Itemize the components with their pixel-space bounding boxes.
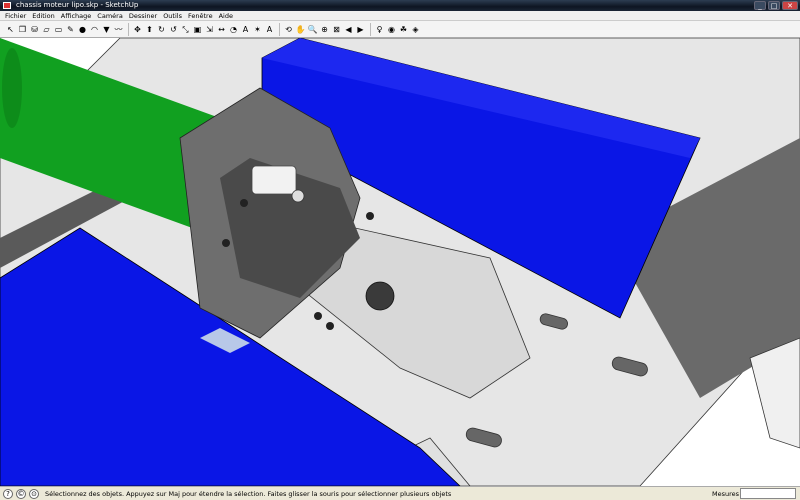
menu-aide[interactable]: Aide <box>216 11 236 21</box>
make-component-icon[interactable]: ❒ <box>17 23 28 36</box>
sketchup-app-icon <box>3 2 11 9</box>
orbit-icon[interactable]: ⟲ <box>283 23 294 36</box>
previous-view-icon[interactable]: ◀ <box>343 23 354 36</box>
rectangle-icon[interactable]: ▭ <box>53 23 64 36</box>
output-shaft <box>365 281 395 311</box>
window-controls: _ □ ✕ <box>754 1 798 10</box>
polygon-icon[interactable]: ▼ <box>101 23 112 36</box>
menu-bar: Fichier Edition Affichage Caméra Dessine… <box>0 11 800 21</box>
zoom-icon[interactable]: 🔍 <box>307 23 318 36</box>
status-bar: ? © ⊙ Sélectionnez des objets. Appuyez s… <box>0 486 800 500</box>
freehand-icon[interactable]: 〰 <box>113 23 124 36</box>
next-view-icon[interactable]: ▶ <box>355 23 366 36</box>
axes-icon[interactable]: ✶ <box>252 23 263 36</box>
move-icon[interactable]: ✥ <box>132 23 143 36</box>
3d-text-icon[interactable]: A <box>264 23 275 36</box>
paint-bucket-icon[interactable]: ⛁ <box>29 23 40 36</box>
protractor-icon[interactable]: ◔ <box>228 23 239 36</box>
main-toolbar: ↖ ❒ ⛁ ▱ ▭ ✎ ● ◠ ▼ 〰 ✥ ⬆ ↻ ↺ ⤡ ▣ ⇲ ↔ ◔ A ✶ A ⟲ ✋ 🔍 ⊕ ⊠ ◀ ▶ ♀ ◉ ☘ ◈ <box>0 21 800 38</box>
position-camera-icon[interactable]: ♀ <box>374 23 385 36</box>
geolocation-icon[interactable]: © <box>16 488 26 499</box>
bolt-hole-4 <box>326 322 334 330</box>
look-around-icon[interactable]: ◉ <box>386 23 397 36</box>
menu-affichage[interactable]: Affichage <box>58 11 95 21</box>
push-pull-icon[interactable]: ⬆ <box>144 23 155 36</box>
select-tool-icon[interactable]: ↖ <box>5 23 16 36</box>
minimize-button[interactable]: _ <box>754 1 766 10</box>
circle-icon[interactable]: ● <box>77 23 88 36</box>
menu-edition[interactable]: Edition <box>29 11 58 21</box>
toolbar-separator <box>370 22 371 36</box>
arc-icon[interactable]: ◠ <box>89 23 100 36</box>
measures-label: Mesures <box>712 490 740 498</box>
toolbar-separator <box>279 22 280 36</box>
bolt-hole-5 <box>366 212 374 220</box>
bolt-hole-3 <box>314 312 322 320</box>
offset-icon[interactable]: ▣ <box>192 23 203 36</box>
toolbar-separator <box>128 22 129 36</box>
credits-icon[interactable]: ⊙ <box>29 488 39 499</box>
close-button[interactable]: ✕ <box>782 1 798 10</box>
eraser-icon[interactable]: ▱ <box>41 23 52 36</box>
menu-outils[interactable]: Outils <box>160 11 185 21</box>
line-icon[interactable]: ✎ <box>65 23 76 36</box>
title-bar: chassis moteur lipo.skp - SketchUp _ □ ✕ <box>0 0 800 11</box>
menu-fichier[interactable]: Fichier <box>2 11 29 21</box>
tape-measure-icon[interactable]: ⇲ <box>204 23 215 36</box>
status-message: Sélectionnez des objets. Appuyez sur Maj… <box>45 489 452 498</box>
follow-me-icon[interactable]: ↺ <box>168 23 179 36</box>
menu-fenetre[interactable]: Fenêtre <box>185 11 216 21</box>
window-title: chassis moteur lipo.skp - SketchUp <box>16 1 139 9</box>
pinion-gear <box>251 165 297 195</box>
section-plane-icon[interactable]: ◈ <box>410 23 421 36</box>
dimension-icon[interactable]: ↔ <box>216 23 227 36</box>
model-scene <box>0 38 800 486</box>
menu-dessiner[interactable]: Dessiner <box>126 11 160 21</box>
zoom-window-icon[interactable]: ⊕ <box>319 23 330 36</box>
bolt-hole-2 <box>222 239 230 247</box>
pan-icon[interactable]: ✋ <box>295 23 306 36</box>
help-icon[interactable]: ? <box>3 488 13 499</box>
menu-camera[interactable]: Caméra <box>94 11 126 21</box>
scale-icon[interactable]: ⤡ <box>180 23 191 36</box>
measures-field[interactable] <box>740 488 796 499</box>
zoom-extents-icon[interactable]: ⊠ <box>331 23 342 36</box>
text-icon[interactable]: A <box>240 23 251 36</box>
rotate-icon[interactable]: ↻ <box>156 23 167 36</box>
shaft-nut <box>291 189 305 203</box>
walk-icon[interactable]: ☘ <box>398 23 409 36</box>
motor-end <box>2 48 22 128</box>
bolt-hole-1 <box>240 199 248 207</box>
maximize-button[interactable]: □ <box>768 1 780 10</box>
3d-viewport[interactable] <box>0 38 800 486</box>
